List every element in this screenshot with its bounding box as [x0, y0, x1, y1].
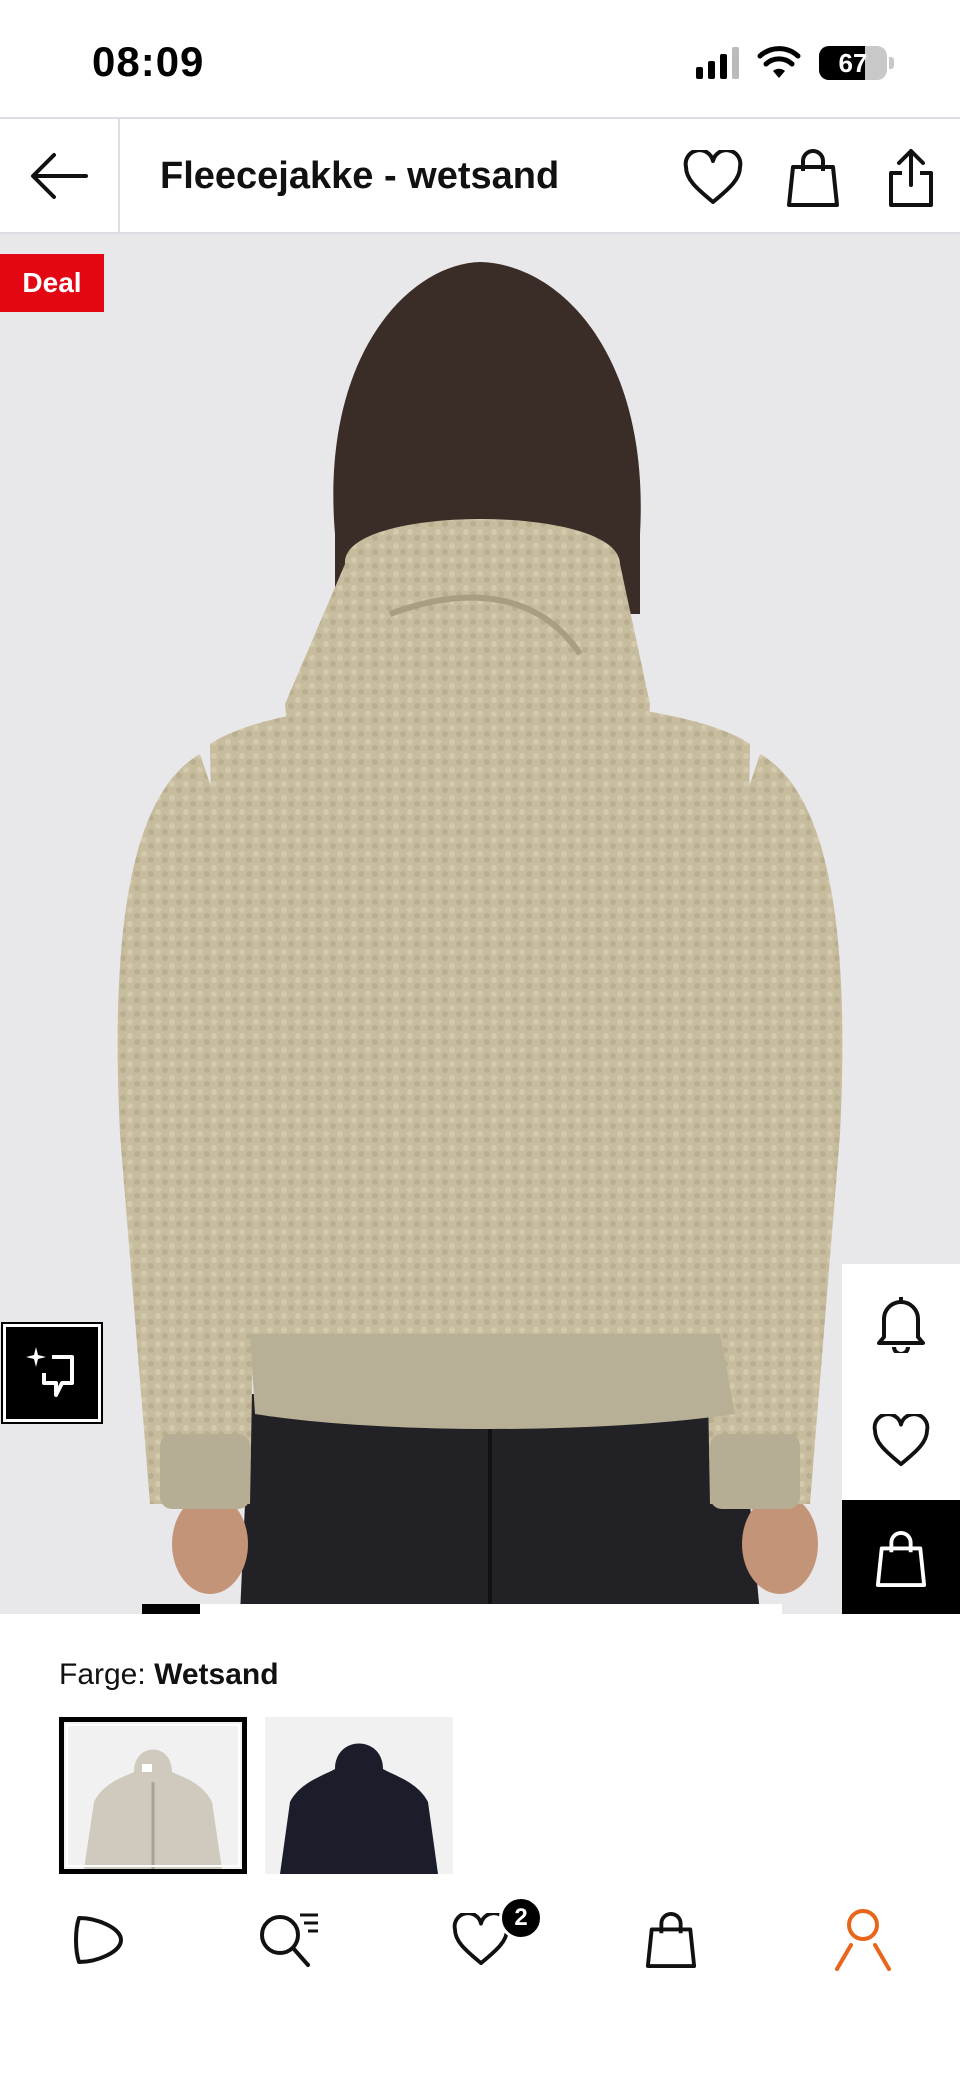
swatch-image-black [265, 1717, 453, 1874]
notify-button[interactable] [842, 1264, 960, 1382]
nav-cart[interactable] [631, 1900, 711, 1980]
deal-badge: Deal [0, 254, 104, 312]
share-button[interactable] [880, 147, 942, 209]
search-icon [260, 1913, 318, 1967]
share-icon [889, 149, 933, 207]
color-label: Farge: [59, 1658, 146, 1691]
cellular-signal-icon [696, 47, 739, 79]
add-to-cart-button[interactable] [842, 1500, 960, 1614]
gallery-page-indicator-active [142, 1604, 200, 1614]
heart-icon [872, 1414, 930, 1467]
account-icon [835, 1909, 891, 1971]
side-action-bar [842, 1264, 960, 1614]
nav-home[interactable] [57, 1900, 137, 1980]
status-bar: 08:09 67 [0, 0, 960, 117]
gallery-page-indicator [142, 1604, 782, 1614]
product-image-gallery[interactable]: Deal [0, 234, 960, 1614]
page-title: Fleecejakke - wetsand [160, 155, 560, 197]
bag-icon [875, 1531, 927, 1587]
nav-search[interactable] [249, 1900, 329, 1980]
wishlist-count-badge: 2 [499, 1896, 543, 1940]
wishlist-button[interactable] [682, 147, 744, 209]
play-icon [74, 1916, 123, 1964]
bag-icon [645, 1912, 697, 1968]
bottom-navigation: 2 [0, 1874, 960, 2078]
battery-icon: 67 [819, 46, 887, 80]
color-swatch-black[interactable] [265, 1717, 453, 1874]
nav-wishlist[interactable]: 2 [441, 1896, 543, 1980]
color-swatch-wetsand[interactable] [59, 1717, 247, 1874]
nav-account[interactable] [823, 1900, 903, 1980]
status-time: 08:09 [92, 38, 205, 85]
selected-color-name: Wetsand [154, 1658, 279, 1691]
app-header: Fleecejakke - wetsand [0, 117, 960, 234]
cart-button[interactable] [782, 147, 844, 209]
status-icons: 67 [696, 46, 894, 80]
bell-icon [877, 1297, 925, 1353]
wifi-icon [757, 46, 801, 78]
battery-level: 67 [838, 47, 868, 78]
swatch-image-wetsand [64, 1722, 242, 1869]
side-wishlist-button[interactable] [842, 1382, 960, 1500]
back-button[interactable] [0, 119, 120, 232]
back-arrow-icon [31, 152, 88, 199]
bag-icon [787, 149, 839, 207]
heart-icon [683, 150, 743, 204]
color-label-row: Farge: Wetsand [59, 1658, 279, 1692]
product-photo [117, 262, 843, 1614]
ai-visual-search-button[interactable] [1, 1322, 103, 1424]
ai-search-icon [26, 1347, 74, 1397]
